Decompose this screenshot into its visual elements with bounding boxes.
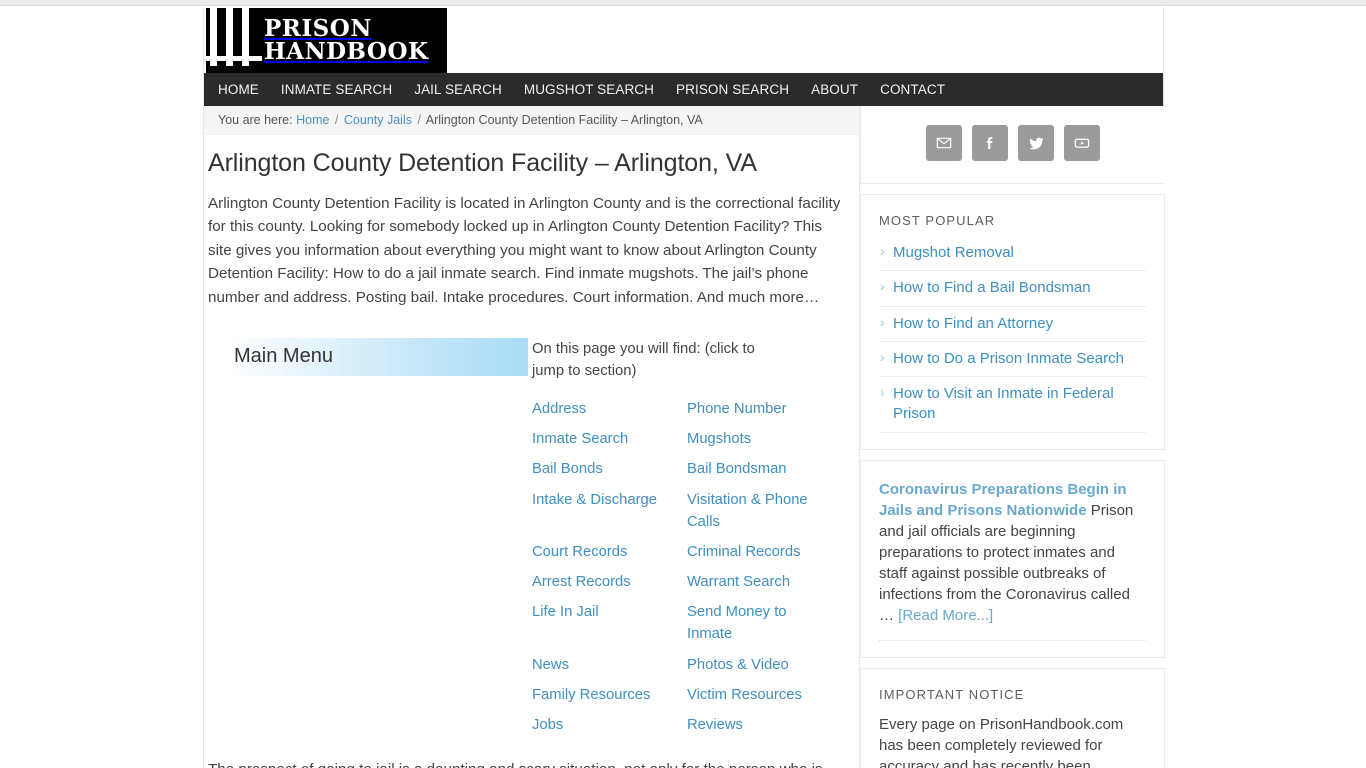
- toc-table: Address Phone Number Inmate Search Mugsh…: [532, 394, 842, 740]
- popular-link-find-attorney[interactable]: How to Find an Attorney: [893, 315, 1053, 332]
- social-icons: [861, 125, 1165, 161]
- post-divider: [879, 639, 1146, 641]
- logo-line-2: HANDBOOK: [264, 37, 429, 65]
- table-row: Address Phone Number: [532, 394, 842, 424]
- toc-link-inmate-search[interactable]: Inmate Search: [532, 431, 628, 447]
- featured-post-excerpt: Prison and jail officials are beginning …: [879, 501, 1134, 624]
- breadcrumb-separator-2: /: [417, 113, 421, 127]
- breadcrumb-link-county-jails[interactable]: County Jails: [344, 113, 412, 127]
- toc-link-phone-number[interactable]: Phone Number: [687, 401, 787, 417]
- menu-and-toc-block: Main Menu On this page you will find: (c…: [204, 337, 859, 741]
- featured-post-widget: Coronavirus Preparations Begin in Jails …: [860, 459, 1165, 658]
- intro-paragraph: Arlington County Detention Facility is l…: [208, 194, 841, 306]
- nav-item-inmate-search[interactable]: INMATE SEARCH: [270, 73, 403, 106]
- toc-link-send-money-to-inmate[interactable]: Send Money to Inmate: [687, 604, 787, 642]
- main-navigation[interactable]: HOME INMATE SEARCH JAIL SEARCH MUGSHOT S…: [204, 73, 1163, 106]
- list-item: How to Find a Bail Bondsman: [879, 271, 1146, 307]
- table-row: Intake & Discharge Visitation & Phone Ca…: [532, 485, 842, 537]
- toc-link-bail-bonds[interactable]: Bail Bonds: [532, 461, 603, 477]
- toc-link-mugshots[interactable]: Mugshots: [687, 431, 751, 447]
- breadcrumb: You are here: Home / County Jails / Arli…: [204, 106, 859, 135]
- logo-wordmark: PRISON HANDBOOK: [262, 17, 447, 65]
- toc-link-reviews[interactable]: Reviews: [687, 717, 743, 733]
- important-notice-widget: IMPORTANT NOTICE Every page on PrisonHan…: [860, 667, 1165, 768]
- breadcrumb-link-home[interactable]: Home: [296, 113, 329, 127]
- nav-item-contact[interactable]: CONTACT: [869, 73, 956, 106]
- twitter-icon[interactable]: [1018, 125, 1054, 161]
- breadcrumb-current: Arlington County Detention Facility – Ar…: [425, 113, 703, 127]
- prison-bars-icon: [206, 8, 262, 73]
- popular-link-visit-inmate-federal-prison[interactable]: How to Visit an Inmate in Federal Prison: [893, 385, 1114, 422]
- toc-link-address[interactable]: Address: [532, 401, 586, 417]
- toc-link-criminal-records[interactable]: Criminal Records: [687, 544, 800, 560]
- table-row: News Photos & Video: [532, 650, 842, 680]
- table-row: Arrest Records Warrant Search: [532, 567, 842, 597]
- list-item: How to Find an Attorney: [879, 307, 1146, 342]
- most-popular-title: MOST POPULAR: [879, 213, 996, 228]
- site-container: PRISON HANDBOOK HOME INMATE SEARCH JAIL …: [203, 7, 1165, 768]
- breadcrumb-prefix: You are here:: [218, 113, 293, 127]
- toc-link-life-in-jail[interactable]: Life In Jail: [532, 604, 599, 620]
- toc-link-photos-video[interactable]: Photos & Video: [687, 657, 789, 673]
- main-menu-column: Main Menu: [228, 337, 528, 741]
- social-links-widget: [860, 106, 1165, 184]
- nav-item-mugshot-search[interactable]: MUGSHOT SEARCH: [513, 73, 665, 106]
- main-menu-body: [228, 376, 528, 676]
- site-header: PRISON HANDBOOK: [204, 7, 1163, 73]
- prospect-paragraph: The prospect of going to jail is a daunt…: [204, 758, 854, 768]
- popular-link-mugshot-removal[interactable]: Mugshot Removal: [893, 244, 1014, 261]
- most-popular-widget: MOST POPULAR Mugshot Removal How to Find…: [860, 194, 1165, 450]
- youtube-icon[interactable]: [1064, 125, 1100, 161]
- table-row: Inmate Search Mugshots: [532, 424, 842, 454]
- main-content: You are here: Home / County Jails / Arli…: [204, 106, 859, 768]
- nav-item-jail-search[interactable]: JAIL SEARCH: [403, 73, 513, 106]
- list-item: Mugshot Removal: [879, 236, 1146, 272]
- email-icon[interactable]: [926, 125, 962, 161]
- table-row: Court Records Criminal Records: [532, 537, 842, 567]
- browser-viewport: PRISON HANDBOOK HOME INMATE SEARCH JAIL …: [0, 0, 1366, 768]
- page-columns: You are here: Home / County Jails / Arli…: [204, 106, 1165, 768]
- toc-link-news[interactable]: News: [532, 657, 569, 673]
- toc-link-arrest-records[interactable]: Arrest Records: [532, 574, 631, 590]
- site-logo[interactable]: PRISON HANDBOOK: [206, 8, 447, 73]
- toc-link-visitation-phone-calls[interactable]: Visitation & Phone Calls: [687, 492, 808, 530]
- entry: Arlington County Detention Facility – Ar…: [204, 149, 859, 310]
- toc-link-victim-resources[interactable]: Victim Resources: [687, 687, 802, 703]
- list-item: How to Visit an Inmate in Federal Prison: [879, 377, 1146, 433]
- toc-link-bail-bondsman[interactable]: Bail Bondsman: [687, 461, 787, 477]
- popular-link-find-bail-bondsman[interactable]: How to Find a Bail Bondsman: [893, 279, 1091, 296]
- breadcrumb-separator-1: /: [334, 113, 339, 127]
- featured-post-body: Coronavirus Preparations Begin in Jails …: [879, 479, 1146, 626]
- toc-link-jobs[interactable]: Jobs: [532, 717, 563, 733]
- important-notice-body: Every page on PrisonHandbook.com has bee…: [879, 715, 1124, 768]
- toc-link-intake-discharge[interactable]: Intake & Discharge: [532, 492, 657, 508]
- main-menu-heading: Main Menu: [228, 337, 528, 376]
- toc-link-warrant-search[interactable]: Warrant Search: [687, 574, 790, 590]
- most-popular-list: Mugshot Removal How to Find a Bail Bonds…: [879, 236, 1146, 433]
- top-strip: [0, 0, 1366, 6]
- facebook-icon[interactable]: [972, 125, 1008, 161]
- toc-link-family-resources[interactable]: Family Resources: [532, 687, 650, 703]
- table-row: Jobs Reviews: [532, 710, 842, 740]
- toc-link-court-records[interactable]: Court Records: [532, 544, 627, 560]
- table-row: Life In Jail Send Money to Inmate: [532, 597, 842, 649]
- toc-column: On this page you will find: (click to ju…: [528, 338, 859, 741]
- toc-lead-text: On this page you will find: (click to ju…: [532, 340, 755, 379]
- list-item: How to Do a Prison Inmate Search: [879, 342, 1146, 377]
- sidebar: MOST POPULAR Mugshot Removal How to Find…: [859, 106, 1165, 768]
- table-row: Bail Bonds Bail Bondsman: [532, 454, 842, 484]
- nav-item-home[interactable]: HOME: [215, 73, 270, 106]
- nav-item-about[interactable]: ABOUT: [800, 73, 869, 106]
- featured-post-title[interactable]: Coronavirus Preparations Begin in Jails …: [879, 481, 1127, 519]
- table-row: Family Resources Victim Resources: [532, 680, 842, 710]
- page-title: Arlington County Detention Facility – Ar…: [208, 149, 757, 177]
- important-notice-title: IMPORTANT NOTICE: [879, 686, 1025, 702]
- nav-item-prison-search[interactable]: PRISON SEARCH: [665, 73, 800, 106]
- popular-link-prison-inmate-search[interactable]: How to Do a Prison Inmate Search: [893, 350, 1124, 367]
- read-more-link[interactable]: [Read More...]: [898, 607, 993, 624]
